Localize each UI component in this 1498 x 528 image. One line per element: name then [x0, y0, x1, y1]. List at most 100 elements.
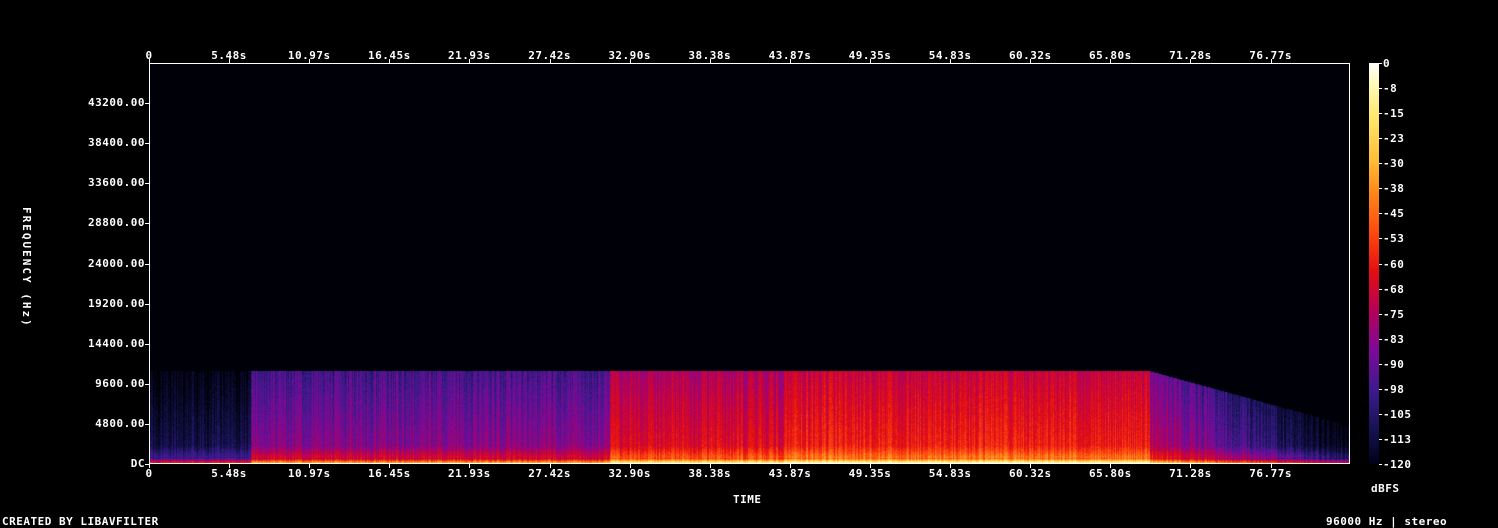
colorbar-tick-mark	[1379, 313, 1382, 315]
x-tick-mark-bottom	[469, 464, 471, 468]
colorbar-tick-label: -98	[1383, 382, 1405, 396]
spectrogram-heatmap	[150, 64, 1349, 463]
colorbar-tick-label: -30	[1383, 157, 1405, 171]
y-tick-mark	[145, 263, 149, 265]
x-tick-mark-top	[950, 59, 952, 63]
x-axis-label: TIME	[733, 493, 762, 506]
y-tick-label: 33600.00	[88, 176, 145, 190]
x-tick-label-bottom: 32.90s	[608, 467, 652, 480]
y-tick-label: 9600.00	[95, 376, 145, 390]
colorbar-tick-label: -15	[1383, 107, 1405, 121]
credit-text: CREATED BY LIBAVFILTER	[2, 515, 159, 528]
x-tick-mark-top	[789, 59, 791, 63]
x-tick-mark-top	[1030, 59, 1032, 63]
x-tick-mark-bottom	[229, 464, 231, 468]
x-tick-mark-top	[149, 59, 150, 63]
x-tick-mark-top	[1110, 59, 1112, 63]
colorbar-tick-label: -83	[1383, 332, 1405, 346]
x-tick-mark-bottom	[549, 464, 551, 468]
x-tick-label-bottom: 5.48s	[211, 467, 247, 480]
colorbar-tick-mark	[1379, 88, 1382, 90]
x-tick-mark-top	[229, 59, 231, 63]
colorbar-tick-mark	[1379, 413, 1382, 415]
x-tick-mark-top	[1270, 59, 1272, 63]
colorbar-tick-mark	[1379, 363, 1382, 365]
colorbar-tick-label: -68	[1383, 282, 1405, 296]
colorbar-tick-label: -53	[1383, 232, 1405, 246]
colorbar-tick-label: -75	[1383, 307, 1405, 321]
x-tick-label-bottom: 0	[145, 467, 153, 480]
colorbar-tick-label: -45	[1383, 207, 1405, 221]
colorbar-tick-label: -120	[1383, 458, 1412, 471]
x-tick-mark-top	[709, 59, 711, 63]
x-tick-mark-bottom	[389, 464, 391, 468]
x-tick-label-bottom: 71.28s	[1169, 467, 1212, 480]
colorbar-tick-label: -90	[1383, 357, 1405, 371]
x-tick-mark-top	[309, 59, 311, 63]
x-tick-mark-bottom	[1030, 464, 1032, 468]
x-tick-label-bottom: 43.87s	[768, 467, 812, 480]
x-tick-label-bottom: 60.32s	[1008, 467, 1052, 480]
y-tick-label: 19200.00	[88, 296, 145, 310]
y-tick-label: 43200.00	[88, 96, 145, 110]
y-tick-mark	[145, 103, 149, 105]
x-tick-mark-bottom	[789, 464, 791, 468]
y-tick-mark	[145, 223, 149, 225]
x-tick-mark-top	[549, 59, 551, 63]
format-text: 96000 Hz | stereo	[1326, 515, 1448, 528]
colorbar-tick-label: -23	[1383, 132, 1405, 146]
x-tick-label-bottom: 10.97s	[287, 467, 331, 480]
colorbar-tick-mark	[1379, 238, 1382, 240]
y-axis-label: FREQUENCY (Hz)	[20, 207, 33, 328]
y-tick-mark	[145, 303, 149, 305]
y-tick-label: 24000.00	[88, 256, 145, 270]
y-tick-mark	[145, 464, 149, 465]
x-tick-mark-top	[469, 59, 471, 63]
x-tick-label-bottom: 49.35s	[848, 467, 892, 480]
y-tick-label: 28800.00	[88, 216, 145, 230]
colorbar-tick-mark	[1379, 138, 1382, 140]
colorbar-tick-mark	[1379, 464, 1382, 465]
colorbar-tick-mark	[1379, 263, 1382, 265]
x-tick-mark-top	[629, 59, 631, 63]
y-tick-label: 4800.00	[95, 416, 145, 430]
y-tick-mark	[145, 143, 149, 145]
x-tick-mark-bottom	[629, 464, 631, 468]
colorbar-tick-label: 0	[1383, 57, 1391, 70]
y-tick-label: 14400.00	[88, 336, 145, 350]
colorbar-tick-mark	[1379, 188, 1382, 190]
x-tick-label-bottom: 54.83s	[928, 467, 972, 480]
colorbar-tick-label: -38	[1383, 182, 1405, 196]
colorbar-tick-label: -8	[1383, 82, 1398, 96]
colorbar-tick-mark	[1379, 213, 1382, 215]
x-tick-mark-bottom	[870, 464, 872, 468]
x-tick-mark-bottom	[309, 464, 311, 468]
x-tick-label-bottom: 16.45s	[367, 467, 411, 480]
x-tick-mark-bottom	[1110, 464, 1112, 468]
x-tick-mark-bottom	[1270, 464, 1272, 468]
x-tick-mark-bottom	[149, 464, 150, 468]
y-tick-mark	[145, 183, 149, 185]
x-tick-label-bottom: 38.38s	[688, 467, 732, 480]
colorbar-tick-mark	[1379, 63, 1382, 64]
colorbar	[1369, 63, 1379, 464]
x-tick-mark-bottom	[950, 464, 952, 468]
colorbar-tick-mark	[1379, 338, 1382, 340]
colorbar-tick-label: -105	[1383, 407, 1412, 421]
colorbar-tick-label: -113	[1383, 432, 1412, 446]
x-tick-mark-bottom	[709, 464, 711, 468]
x-tick-mark-top	[389, 59, 391, 63]
x-tick-label-bottom: 65.80s	[1089, 467, 1132, 480]
y-tick-label: 38400.00	[88, 136, 145, 150]
colorbar-tick-mark	[1379, 163, 1382, 165]
colorbar-tick-mark	[1379, 113, 1382, 115]
x-tick-mark-top	[870, 59, 872, 63]
colorbar-tick-label: -60	[1383, 257, 1405, 271]
colorbar-tick-mark	[1379, 438, 1382, 440]
x-tick-label-bottom: 76.77s	[1249, 467, 1293, 480]
x-tick-mark-top	[1190, 59, 1192, 63]
x-tick-label-bottom: 21.93s	[448, 467, 491, 480]
y-tick-mark	[145, 343, 149, 345]
colorbar-label: dBFS	[1371, 482, 1400, 495]
x-tick-mark-bottom	[1190, 464, 1192, 468]
